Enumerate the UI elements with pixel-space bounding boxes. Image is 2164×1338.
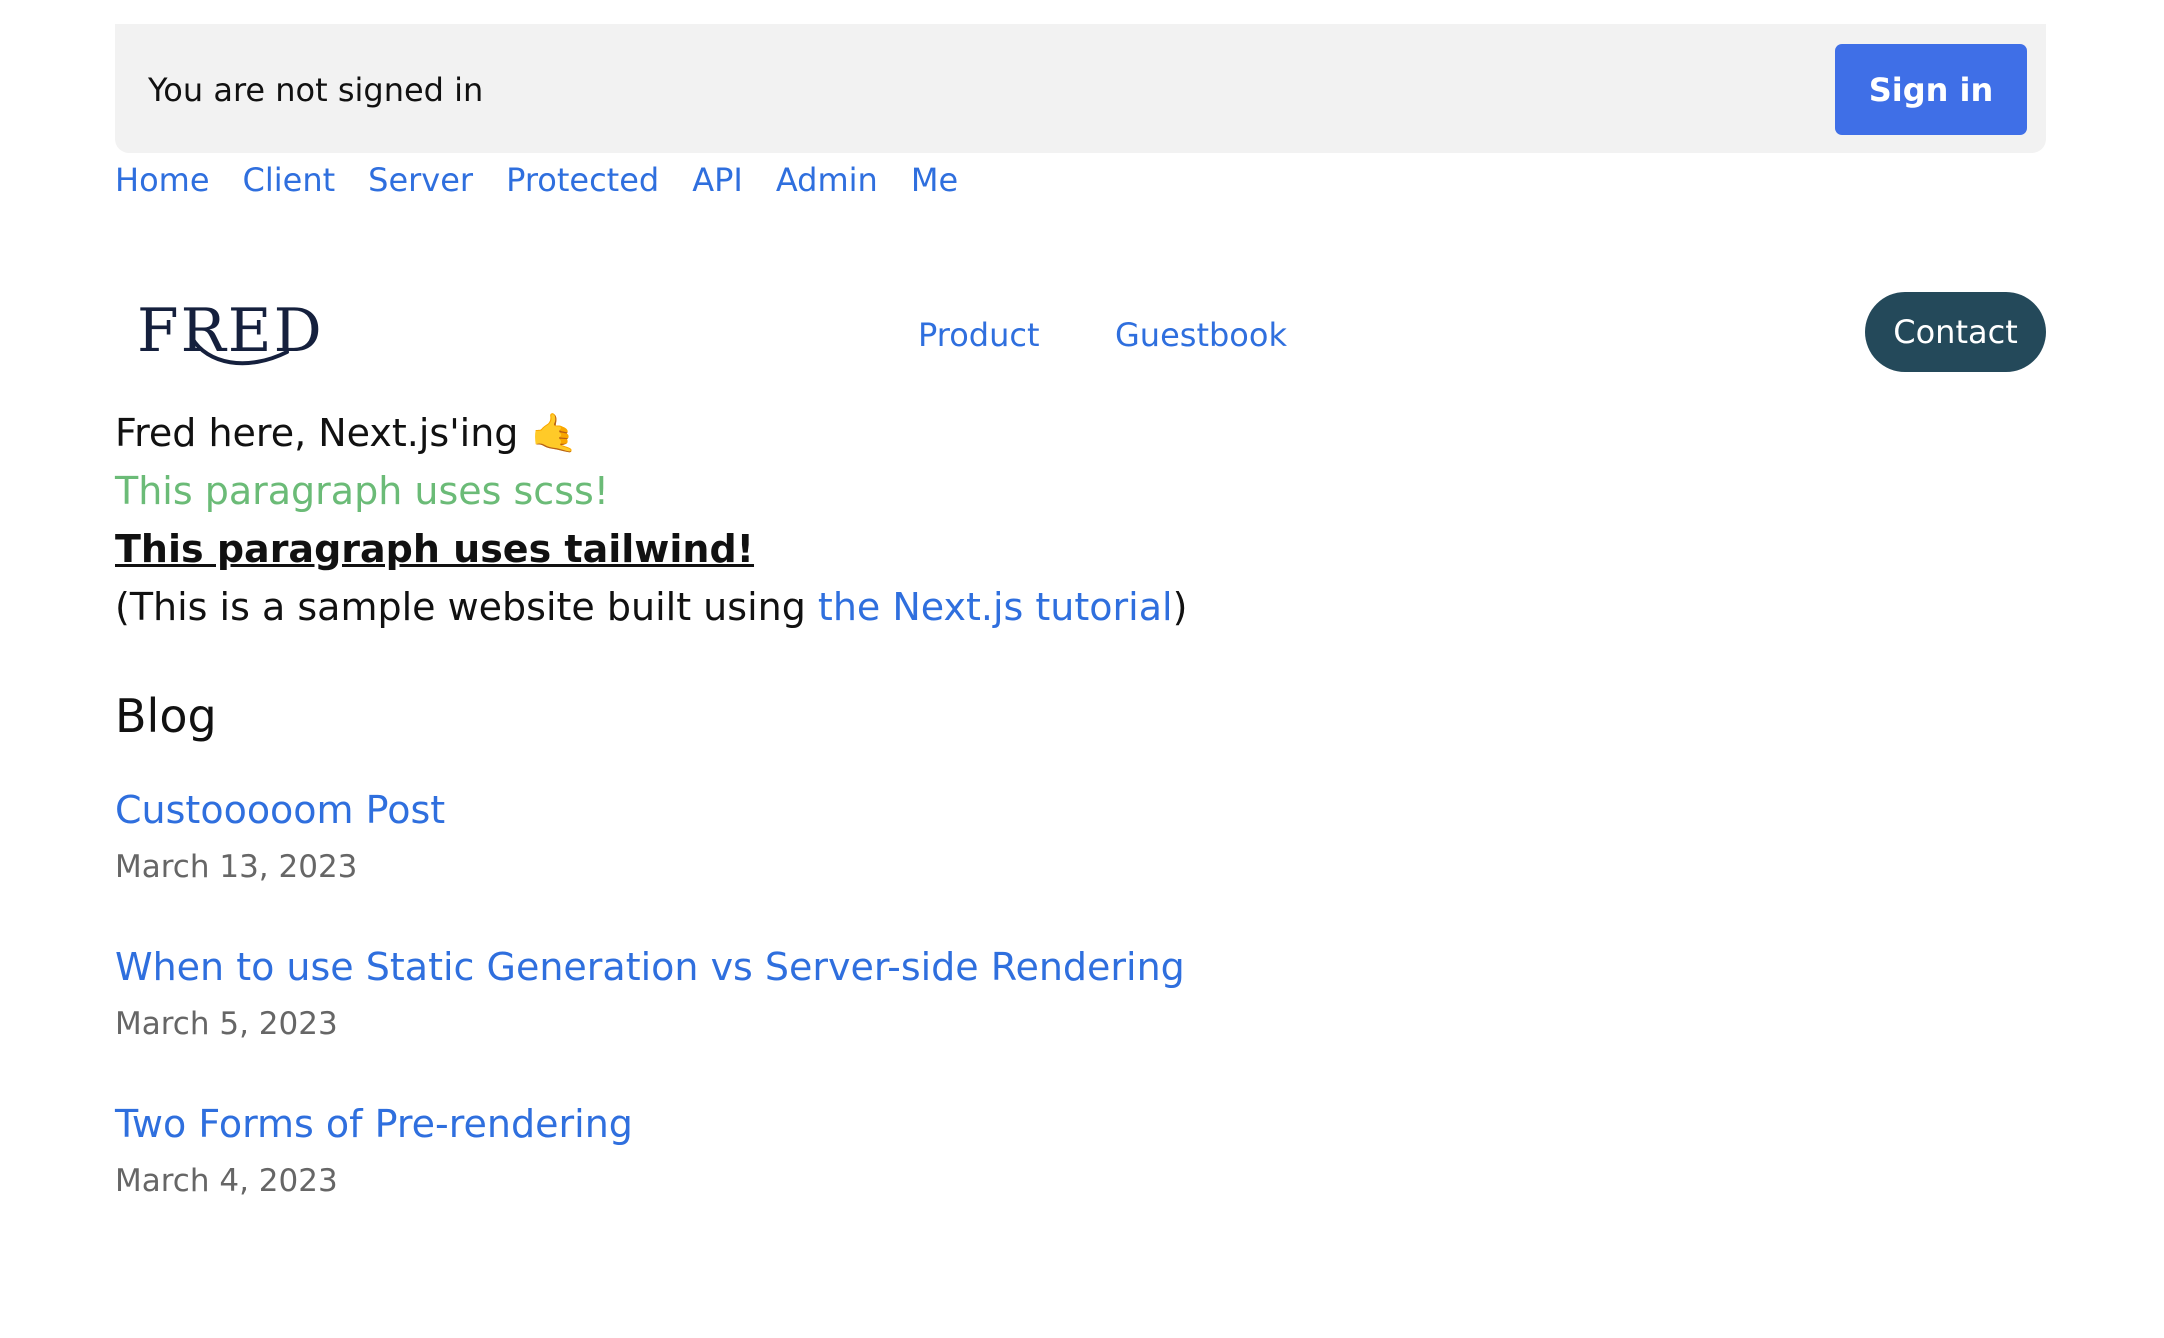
tailwind-paragraph: This paragraph uses tailwind! [115,527,755,571]
intro-section: Fred here, Next.js'ing 🤙 This paragraph … [115,404,2046,636]
blog-post-item: Two Forms of Pre-rendering March 4, 2023 [115,1100,2046,1257]
nav-link-protected[interactable]: Protected [506,158,659,202]
signin-button[interactable]: Sign in [1835,44,2027,135]
nav-link-me[interactable]: Me [911,158,958,202]
blog-post-date: March 13, 2023 [115,849,358,885]
greeting-text: Fred here, Next.js'ing 🤙 [115,411,578,455]
blog-post-title[interactable]: When to use Static Generation vs Server-… [115,943,2046,991]
sample-paragraph: (This is a sample website built using th… [115,578,2046,636]
nextjs-tutorial-link[interactable]: the Next.js tutorial [818,585,1173,629]
nav-link-home[interactable]: Home [115,158,210,202]
blog-post-title[interactable]: Two Forms of Pre-rendering [115,1100,2046,1148]
nav-link-api[interactable]: API [692,158,743,202]
nav-link-server[interactable]: Server [368,158,473,202]
contact-button[interactable]: Contact [1865,292,2046,372]
scss-paragraph: This paragraph uses scss! [115,469,610,513]
product-link[interactable]: Product [918,316,1040,354]
nav-link-admin[interactable]: Admin [776,158,878,202]
blog-heading: Blog [115,689,217,743]
sample-prefix: (This is a sample website built using [115,585,818,629]
top-nav: Home Client Server Protected API Admin M… [115,158,2046,202]
blog-post-date: March 4, 2023 [115,1163,338,1199]
nav-link-client[interactable]: Client [243,158,336,202]
blog-post-date: March 5, 2023 [115,1006,338,1042]
page-container: You are not signed in Sign in Home Clien… [115,24,2046,1257]
blog-post-list: Custooooom Post March 13, 2023 When to u… [115,786,2046,1257]
fred-logo[interactable]: FRED [137,294,322,368]
guestbook-link[interactable]: Guestbook [1115,316,1287,354]
signin-status-text: You are not signed in [148,71,484,109]
logo-swash-icon [190,336,289,366]
blog-post-title[interactable]: Custooooom Post [115,786,2046,834]
blog-section: Blog Custooooom Post March 13, 2023 When… [115,688,2046,1257]
sample-suffix: ) [1172,585,1188,629]
blog-post-item: Custooooom Post March 13, 2023 [115,786,2046,943]
auth-bar: You are not signed in Sign in [115,24,2046,153]
site-header: FRED Product Guestbook Contact [115,284,2046,404]
blog-post-item: When to use Static Generation vs Server-… [115,943,2046,1100]
